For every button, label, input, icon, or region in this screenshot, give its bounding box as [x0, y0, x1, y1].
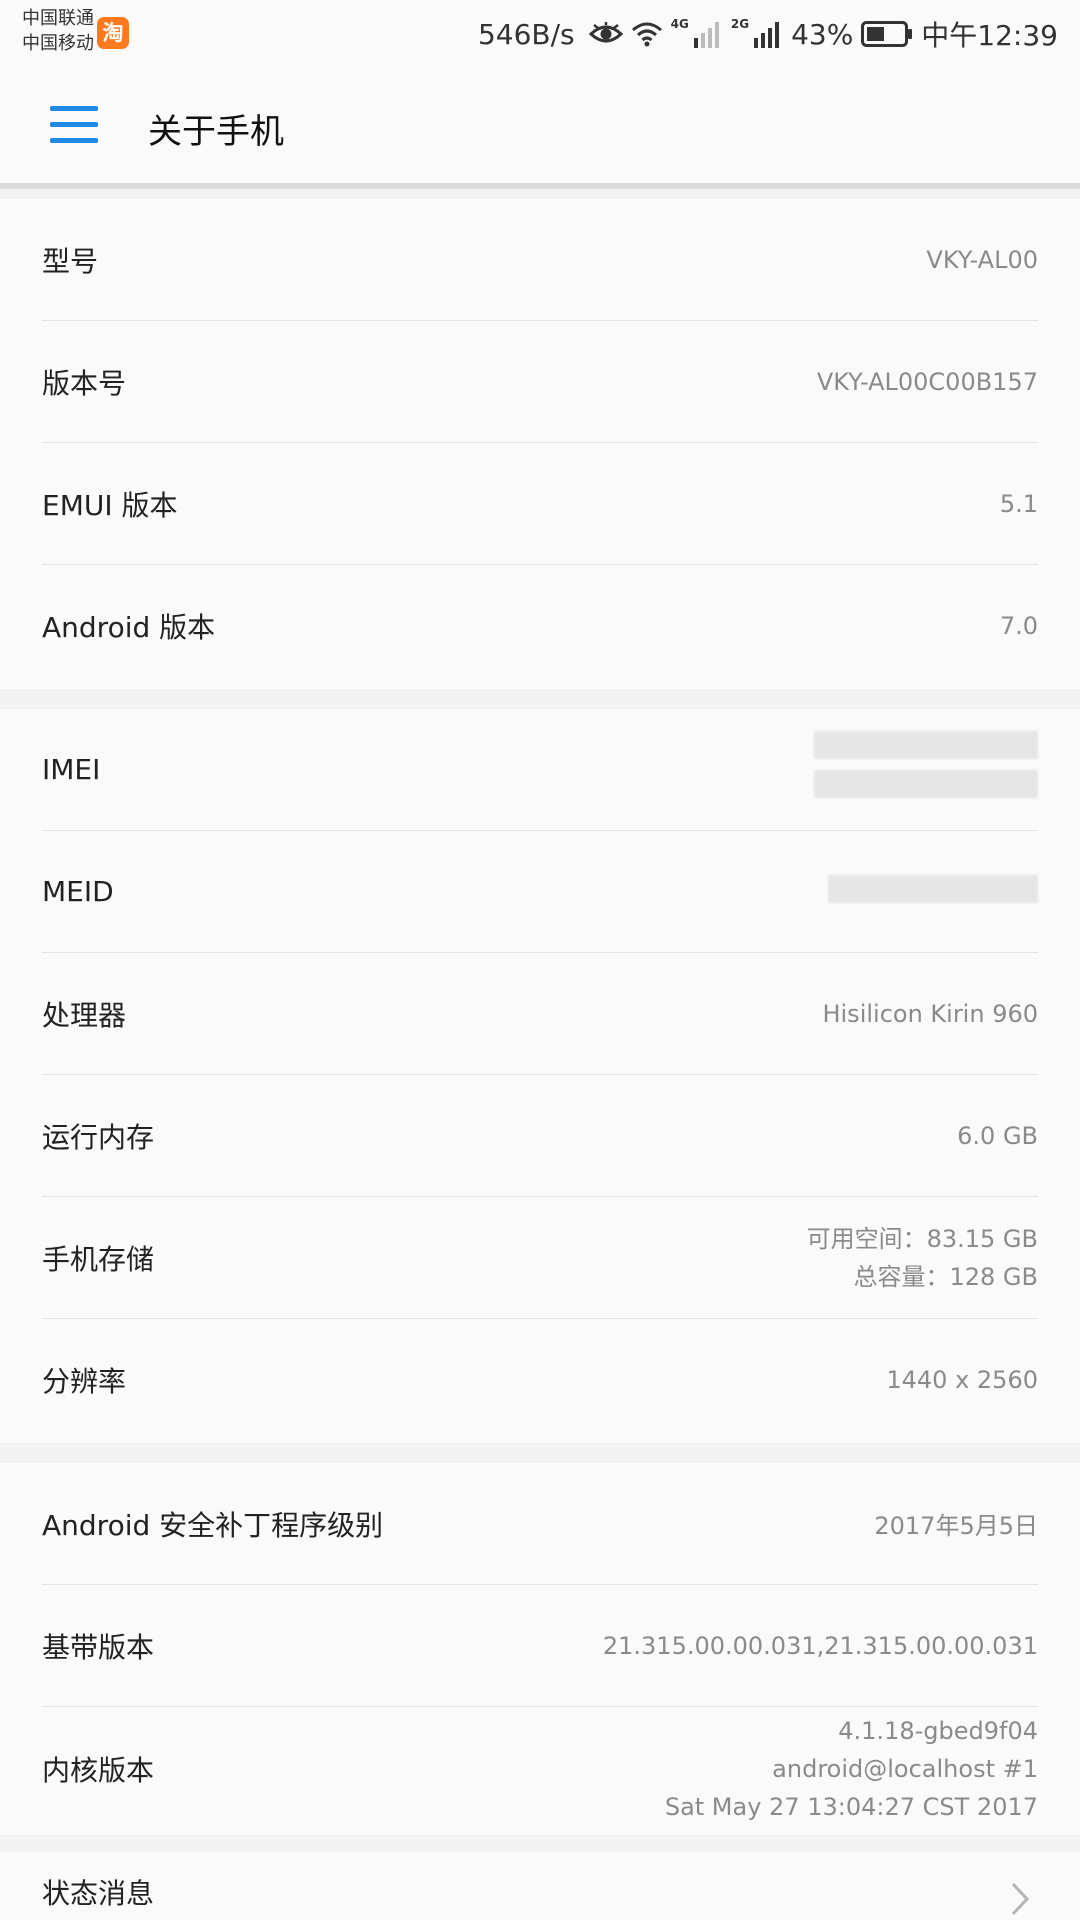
build-number-label: 版本号: [42, 366, 127, 400]
resolution-label: 分辨率: [42, 1365, 127, 1398]
processor-label: 处理器: [42, 998, 127, 1032]
status-bar: 中国联通 中国移动 淘 546B/s 4G 2G 43% 中午12:39: [0, 0, 1080, 70]
android-version-label: Android 版本: [42, 611, 216, 644]
wifi-icon: [631, 21, 663, 47]
resolution-value: 1440 x 2560: [886, 1366, 1038, 1394]
kernel-line-2: android@localhost #1: [772, 1755, 1038, 1783]
processor-value: Hisilicon Kirin 960: [822, 999, 1038, 1028]
status-section: 状态消息: [0, 1852, 1080, 1920]
list-item-security-patch: Android 安全补丁程序级别 2017年5月5日: [42, 1463, 1038, 1585]
carrier-2: 中国移动: [22, 33, 94, 54]
chevron-right-icon: [1010, 1882, 1030, 1920]
eye-comfort-icon: [588, 22, 623, 46]
network-speed: 546B/s: [477, 17, 575, 51]
status-label: 状态消息: [42, 1877, 155, 1910]
meid-value-redacted: [828, 874, 1038, 909]
carrier-info: 中国联通 中国移动: [22, 6, 94, 56]
security-patch-label: Android 安全补丁程序级别: [42, 1508, 384, 1542]
signal-1-icon: [693, 20, 723, 48]
app-header: 关于手机: [0, 70, 1080, 186]
android-version-value: 7.0: [999, 612, 1038, 640]
ram-label: 运行内存: [42, 1120, 155, 1154]
security-patch-value: 2017年5月5日: [874, 1512, 1038, 1540]
taobao-notification-icon: 淘: [97, 17, 129, 49]
network-type-1: 4G: [670, 17, 689, 31]
header-divider: [0, 183, 1080, 189]
signal-2-icon: [753, 20, 783, 48]
battery-percent: 43%: [791, 17, 854, 51]
model-label: 型号: [42, 244, 99, 278]
status-icons: 546B/s 4G 2G 43% 中午12:39: [478, 12, 1058, 56]
baseband-label: 基带版本: [42, 1630, 155, 1664]
storage-label: 手机存储: [42, 1242, 155, 1276]
list-item-build-number[interactable]: 版本号 VKY-AL00C00B157: [42, 321, 1038, 443]
list-item-resolution: 分辨率 1440 x 2560: [42, 1319, 1038, 1441]
software-info-section: Android 安全补丁程序级别 2017年5月5日 基带版本 21.315.0…: [0, 1463, 1080, 1835]
model-value: VKY-AL00: [926, 245, 1038, 274]
imei-value-redacted: [814, 730, 1038, 809]
hardware-info-section: IMEI MEID 处理器 Hisilicon Kirin 960 运行内存 6…: [0, 709, 1080, 1443]
ram-value: 6.0 GB: [957, 1121, 1038, 1150]
list-item-android-version[interactable]: Android 版本 7.0: [42, 565, 1038, 687]
kernel-line-3: Sat May 27 13:04:27 CST 2017: [664, 1793, 1038, 1821]
storage-available: 可用空间：83.15 GB: [806, 1224, 1038, 1253]
imei-label: IMEI: [42, 753, 101, 786]
kernel-label: 内核版本: [42, 1754, 155, 1787]
storage-total: 总容量：128 GB: [853, 1262, 1039, 1291]
list-item-model: 型号 VKY-AL00: [42, 199, 1038, 321]
list-item-emui-version: EMUI 版本 5.1: [42, 443, 1038, 565]
battery-icon: [861, 21, 913, 47]
list-item-processor: 处理器 Hisilicon Kirin 960: [42, 953, 1038, 1075]
list-item-imei: IMEI: [42, 709, 1038, 831]
list-item-kernel: 内核版本 4.1.18-gbed9f04 android@localhost #…: [42, 1707, 1038, 1831]
storage-value: 可用空间：83.15 GB 总容量：128 GB: [807, 1220, 1038, 1296]
list-item-meid: MEID: [42, 831, 1038, 953]
network-type-2: 2G: [730, 17, 750, 31]
carrier-1: 中国联通: [22, 8, 94, 29]
meid-label: MEID: [42, 875, 114, 908]
build-number-value: VKY-AL00C00B157: [816, 367, 1038, 396]
page-title: 关于手机: [148, 112, 284, 152]
emui-version-value: 5.1: [999, 489, 1038, 518]
list-item-ram: 运行内存 6.0 GB: [42, 1075, 1038, 1197]
emui-version-label: EMUI 版本: [42, 488, 178, 522]
device-info-section: 型号 VKY-AL00 版本号 VKY-AL00C00B157 EMUI 版本 …: [0, 199, 1080, 689]
baseband-value: 21.315.00.00.031,21.315.00.00.031: [602, 1631, 1038, 1660]
list-item-status[interactable]: 状态消息: [42, 1852, 1038, 1920]
clock: 中午12:39: [921, 19, 1058, 52]
kernel-line-1: 4.1.18-gbed9f04: [838, 1717, 1038, 1745]
kernel-value: 4.1.18-gbed9f04 android@localhost #1 Sat…: [665, 1712, 1038, 1826]
list-item-baseband: 基带版本 21.315.00.00.031,21.315.00.00.031: [42, 1585, 1038, 1707]
menu-icon[interactable]: [44, 104, 104, 152]
list-item-storage: 手机存储 可用空间：83.15 GB 总容量：128 GB: [42, 1197, 1038, 1319]
